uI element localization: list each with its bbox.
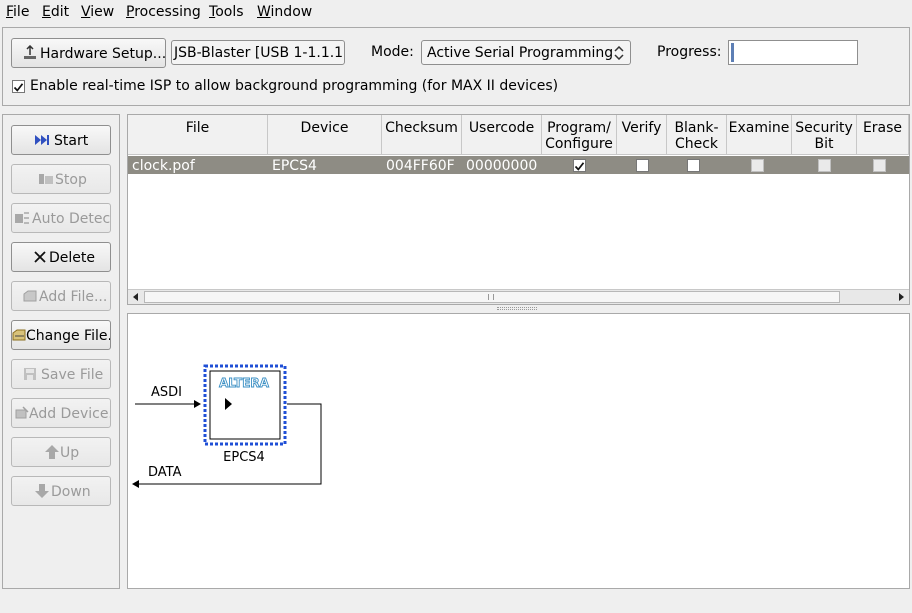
status-bar bbox=[0, 592, 912, 613]
verify-checkbox[interactable] bbox=[636, 159, 649, 172]
auto-detect-icon bbox=[15, 212, 29, 224]
hardware-icon bbox=[24, 45, 36, 59]
device-table: File Device Checksum Usercode Program/Co… bbox=[127, 114, 910, 305]
column-header-device[interactable]: Device bbox=[268, 115, 382, 155]
scroll-right-icon[interactable] bbox=[896, 292, 906, 302]
program-checkbox[interactable] bbox=[573, 159, 586, 172]
menu-processing[interactable]: Processing bbox=[126, 4, 201, 20]
security-bit-checkbox[interactable] bbox=[818, 159, 831, 172]
add-file-button[interactable]: Add File... bbox=[11, 281, 111, 311]
column-header-security-bit[interactable]: Security Bit bbox=[792, 115, 857, 155]
down-arrow-icon bbox=[35, 484, 49, 498]
delete-icon bbox=[34, 251, 46, 263]
asdi-label: ASDI bbox=[151, 385, 182, 400]
column-header-erase[interactable]: Erase bbox=[857, 115, 909, 155]
progress-fill bbox=[731, 43, 734, 62]
column-header-usercode[interactable]: Usercode bbox=[462, 115, 542, 155]
add-device-icon bbox=[15, 406, 29, 419]
hardware-toolbar: Hardware Setup... JSB-Blaster [USB 1-1.1… bbox=[2, 27, 910, 106]
stop-icon bbox=[39, 174, 53, 184]
examine-checkbox[interactable] bbox=[751, 159, 764, 172]
delete-button[interactable]: Delete bbox=[11, 242, 111, 272]
action-panel: Start Stop Auto Detect Delete Add File..… bbox=[2, 114, 120, 589]
cell-file: clock.pof bbox=[132, 158, 195, 174]
menu-bar: File Edit View Processing Tools Window bbox=[0, 0, 912, 26]
pane-splitter[interactable] bbox=[127, 305, 910, 313]
change-file-button[interactable]: Change File... bbox=[11, 320, 111, 350]
down-button[interactable]: Down bbox=[11, 476, 111, 506]
data-label: DATA bbox=[148, 465, 182, 480]
hardware-field: JSB-Blaster [USB 1-1.1.1] bbox=[171, 40, 345, 65]
save-icon bbox=[24, 368, 36, 380]
column-header-file[interactable]: File bbox=[128, 115, 268, 155]
auto-detect-button[interactable]: Auto Detect bbox=[11, 203, 111, 233]
column-header-examine[interactable]: Examine bbox=[727, 115, 792, 155]
chip-name-label: EPCS4 bbox=[223, 450, 265, 465]
progress-label: Progress: bbox=[657, 44, 722, 60]
menu-view[interactable]: View bbox=[81, 4, 114, 20]
menu-edit[interactable]: Edit bbox=[42, 4, 69, 20]
menu-window[interactable]: Window bbox=[257, 4, 312, 20]
add-device-button[interactable]: Add Device... bbox=[11, 398, 111, 428]
scroll-left-icon[interactable] bbox=[131, 292, 141, 302]
diagram-canvas: ASDI ALTERA EPCS4 DATA bbox=[132, 364, 322, 488]
check-icon bbox=[574, 162, 585, 171]
scrollbar-thumb[interactable] bbox=[144, 291, 840, 303]
progress-bar bbox=[728, 40, 858, 65]
add-file-icon bbox=[23, 290, 37, 302]
mode-select[interactable]: Active Serial Programming bbox=[421, 40, 631, 65]
hardware-setup-button[interactable]: Hardware Setup... bbox=[11, 38, 166, 68]
column-header-checksum[interactable]: Checksum bbox=[382, 115, 462, 155]
chain-diagram: ASDI ALTERA EPCS4 DATA bbox=[127, 313, 910, 589]
check-icon bbox=[13, 83, 24, 92]
menu-file[interactable]: File bbox=[6, 4, 29, 20]
isp-label: Enable real-time ISP to allow background… bbox=[30, 78, 559, 94]
cell-device: EPCS4 bbox=[272, 158, 317, 174]
menu-tools[interactable]: Tools bbox=[209, 4, 244, 20]
stop-button[interactable]: Stop bbox=[11, 164, 111, 194]
start-icon bbox=[35, 135, 49, 145]
start-button[interactable]: Start bbox=[11, 125, 111, 155]
blank-check-checkbox[interactable] bbox=[687, 159, 700, 172]
column-header-program-configure[interactable]: Program/Configure bbox=[542, 115, 617, 155]
column-header-verify[interactable]: Verify bbox=[617, 115, 667, 155]
column-header-blank-check[interactable]: Blank- Check bbox=[667, 115, 727, 155]
updown-arrow-icon bbox=[614, 46, 624, 60]
save-file-button[interactable]: Save File bbox=[11, 359, 111, 389]
isp-checkbox[interactable] bbox=[12, 80, 25, 93]
up-arrow-icon bbox=[45, 445, 59, 459]
cell-usercode: 00000000 bbox=[466, 158, 538, 174]
up-button[interactable]: Up bbox=[11, 437, 111, 467]
mode-label: Mode: bbox=[371, 44, 414, 60]
horizontal-scrollbar[interactable] bbox=[128, 289, 909, 304]
cell-checksum: 004FF60F bbox=[386, 158, 455, 174]
altera-logo: ALTERA bbox=[219, 376, 270, 390]
erase-checkbox[interactable] bbox=[873, 159, 886, 172]
